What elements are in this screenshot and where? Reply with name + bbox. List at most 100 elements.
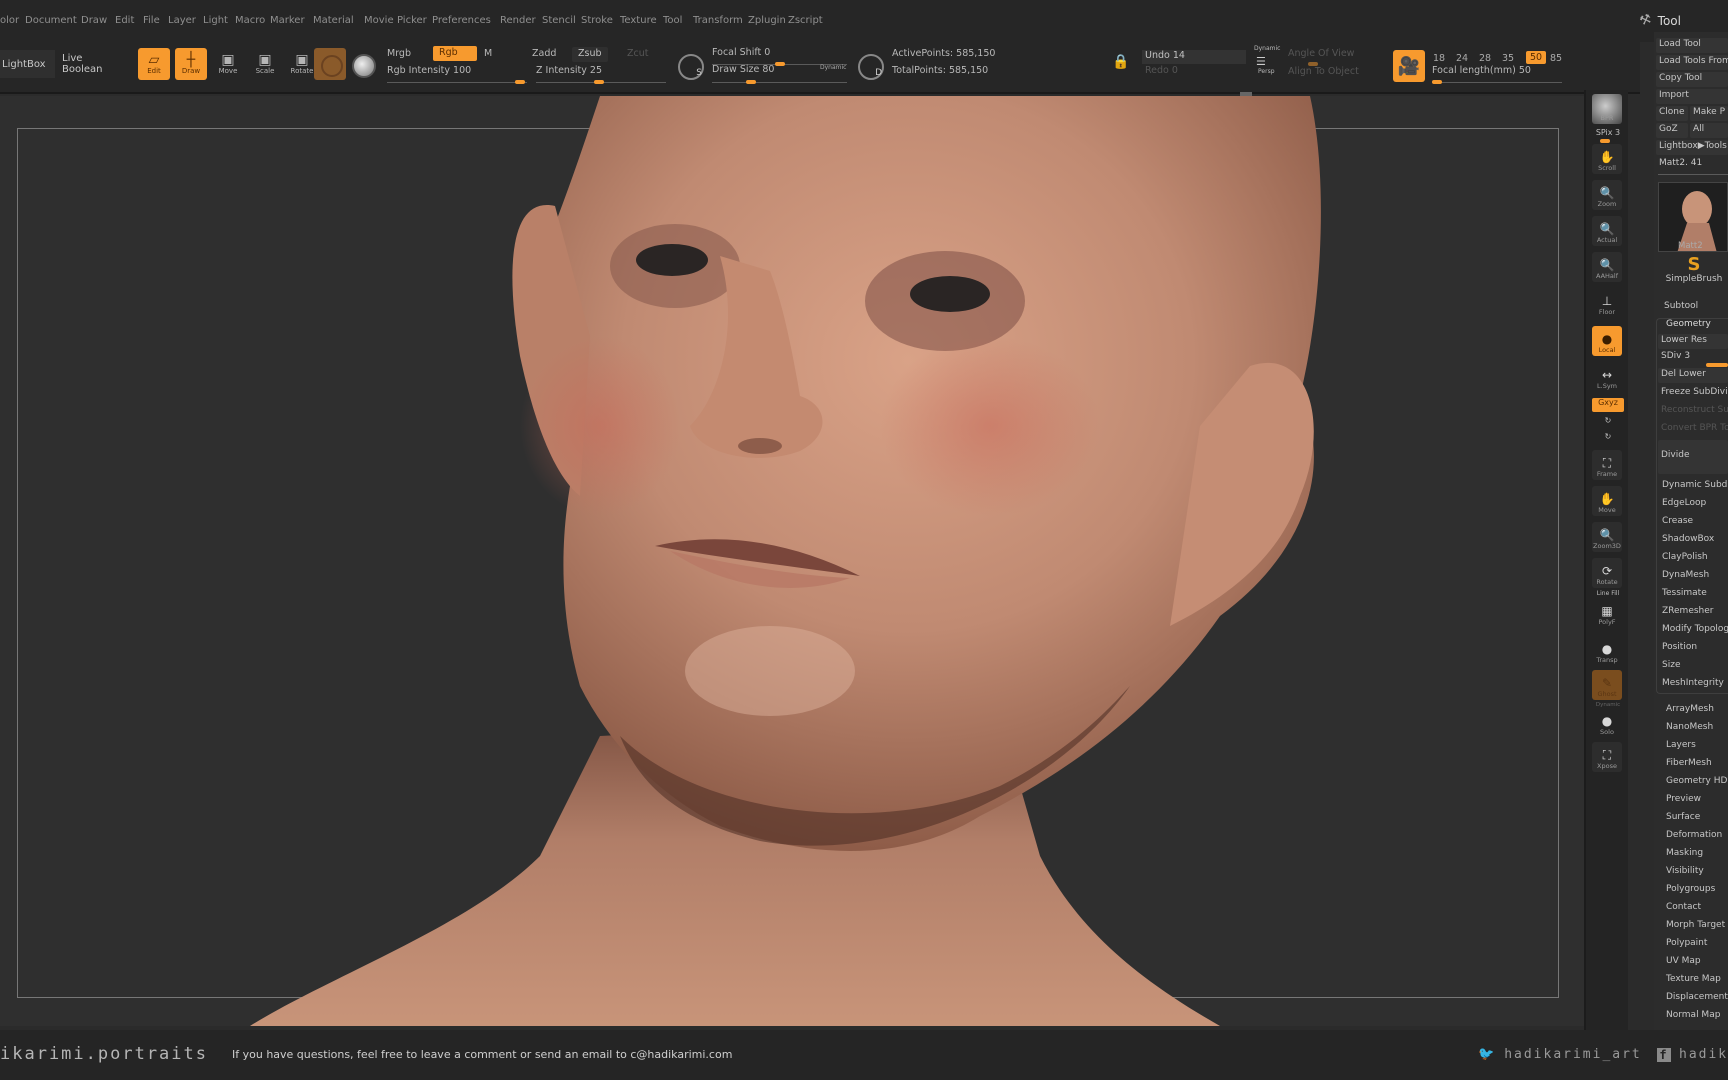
- rgb-intensity-knob[interactable]: [515, 80, 525, 84]
- convert-bpr-button[interactable]: Convert BPR To: [1658, 422, 1728, 437]
- copy-tool-button[interactable]: Copy Tool: [1656, 72, 1728, 87]
- polyf-button[interactable]: ▦ PolyF: [1592, 598, 1622, 628]
- ghost-button[interactable]: ✎ Ghost: [1592, 670, 1622, 700]
- zsub-toggle[interactable]: Zsub: [572, 47, 608, 62]
- menu-transform[interactable]: Transform: [693, 15, 743, 26]
- geometry-item-claypolish[interactable]: ClayPolish: [1662, 552, 1708, 562]
- current-tool-slider[interactable]: Matt2. 41: [1656, 157, 1728, 172]
- menu-material[interactable]: Material: [313, 15, 354, 26]
- focal-shift-slider[interactable]: Focal Shift 0: [712, 47, 770, 58]
- lock-icon[interactable]: 🔒: [1112, 54, 1129, 70]
- tool-section-polygroups[interactable]: Polygroups: [1666, 884, 1715, 894]
- reconstruct-subdiv-button[interactable]: Reconstruct Sub: [1658, 404, 1728, 419]
- tool-section-displacement-m[interactable]: Displacement M: [1666, 992, 1728, 1002]
- focal-preset-85[interactable]: 85: [1550, 53, 1562, 64]
- menu-marker[interactable]: Marker: [270, 15, 305, 26]
- geometry-item-position[interactable]: Position: [1662, 642, 1697, 652]
- redo-button[interactable]: Redo 0: [1145, 65, 1178, 76]
- actual-button[interactable]: 🔍 Actual: [1592, 216, 1622, 246]
- stroke-d-icon[interactable]: D: [858, 54, 884, 80]
- tool-section-morph-target[interactable]: Morph Target: [1666, 920, 1725, 930]
- menu-zplugin[interactable]: Zplugin: [748, 15, 786, 26]
- tool-section-preview[interactable]: Preview: [1666, 794, 1701, 804]
- focal-shift-knob[interactable]: [775, 62, 785, 66]
- menu-macro[interactable]: Macro: [235, 15, 265, 26]
- load-tool-button[interactable]: Load Tool: [1656, 38, 1728, 53]
- bpr-button[interactable]: BPR: [1592, 94, 1622, 124]
- menu-picker[interactable]: Picker: [397, 15, 427, 26]
- tool-section-polypaint[interactable]: Polypaint: [1666, 938, 1707, 948]
- tool-section-contact[interactable]: Contact: [1666, 902, 1701, 912]
- rgb-toggle[interactable]: Rgb: [433, 46, 477, 61]
- tool-section-texture-map[interactable]: Texture Map: [1666, 974, 1721, 984]
- zcut-toggle[interactable]: Zcut: [627, 48, 648, 59]
- menu-render[interactable]: Render: [500, 15, 536, 26]
- simplebrush-button[interactable]: S SimpleBrush: [1664, 256, 1724, 285]
- stroke-s-icon[interactable]: S: [678, 54, 704, 80]
- rgb-intensity-slider[interactable]: Rgb Intensity 100: [387, 65, 471, 76]
- spix-slider[interactable]: SPix 3: [1590, 128, 1626, 137]
- geometry-item-crease[interactable]: Crease: [1662, 516, 1693, 526]
- focal-preset-18[interactable]: 18: [1433, 53, 1445, 64]
- menu-tool[interactable]: Tool: [663, 15, 682, 26]
- clone-button[interactable]: Clone: [1656, 106, 1688, 121]
- goz-button[interactable]: GoZ: [1656, 123, 1688, 138]
- del-lower-button[interactable]: Del Lower: [1658, 368, 1728, 383]
- menu-texture[interactable]: Texture: [620, 15, 657, 26]
- m-toggle[interactable]: M: [484, 48, 492, 59]
- menu-movie[interactable]: Movie: [364, 15, 394, 26]
- alpha-icon[interactable]: [352, 54, 376, 78]
- rgb-intensity-track[interactable]: [387, 82, 527, 83]
- undo-history[interactable]: Undo 14: [1142, 50, 1246, 64]
- dynamic-toggle[interactable]: Dynamic: [820, 64, 846, 71]
- focal-preset-24[interactable]: 24: [1456, 53, 1468, 64]
- tool-section-deformation[interactable]: Deformation: [1666, 830, 1722, 840]
- scale-button[interactable]: ▣ Scale: [249, 48, 281, 80]
- aahalf-button[interactable]: 🔍 AAHalf: [1592, 252, 1622, 282]
- canvas-viewport[interactable]: [0, 96, 1584, 1026]
- focal-preset-35[interactable]: 35: [1502, 53, 1514, 64]
- focal-length-knob[interactable]: [1432, 80, 1442, 84]
- draw-size-track[interactable]: [712, 82, 847, 83]
- divide-button[interactable]: Divide: [1658, 440, 1728, 474]
- camera-button[interactable]: 🎥: [1393, 50, 1425, 82]
- z-intensity-knob[interactable]: [594, 80, 604, 84]
- sculpted-head-model[interactable]: [0, 96, 1584, 1026]
- menu-stencil[interactable]: Stencil: [542, 15, 576, 26]
- zadd-toggle[interactable]: Zadd: [532, 48, 556, 59]
- tool-palette-title[interactable]: ⚒ Tool: [1638, 11, 1681, 29]
- import-button[interactable]: Import: [1656, 89, 1728, 104]
- xpose-button[interactable]: ⛶ Xpose: [1592, 742, 1622, 772]
- material-swatch[interactable]: [314, 48, 346, 80]
- goz-all-button[interactable]: All: [1690, 123, 1728, 138]
- floor-button[interactable]: ⊥ Floor: [1592, 288, 1622, 318]
- persp-button[interactable]: Persp: [1258, 68, 1275, 75]
- menu-file[interactable]: File: [143, 15, 160, 26]
- spix-knob[interactable]: [1600, 139, 1610, 143]
- sdiv-knob[interactable]: [1706, 363, 1728, 367]
- xyz-rotation-toggle[interactable]: Gxyz: [1592, 398, 1624, 412]
- menu-stroke[interactable]: Stroke: [581, 15, 613, 26]
- menu-document[interactable]: Document: [25, 15, 77, 26]
- focal-length-track[interactable]: [1432, 82, 1562, 83]
- scroll-button[interactable]: ✋ Scroll: [1592, 144, 1622, 174]
- geometry-item-dynamic-subdiv[interactable]: Dynamic Subdiv: [1662, 480, 1728, 490]
- geometry-item-size[interactable]: Size: [1662, 660, 1680, 670]
- z-intensity-slider[interactable]: Z Intensity 25: [536, 65, 602, 76]
- menu-draw[interactable]: Draw: [81, 15, 107, 26]
- zoom-button[interactable]: 🔍 Zoom: [1592, 180, 1622, 210]
- tool-section-masking[interactable]: Masking: [1666, 848, 1703, 858]
- geometry-item-dynamesh[interactable]: DynaMesh: [1662, 570, 1709, 580]
- frame-button[interactable]: ⛶ Frame: [1592, 450, 1622, 480]
- geometry-item-shadowbox[interactable]: ShadowBox: [1662, 534, 1714, 544]
- geometry-item-edgeloop[interactable]: EdgeLoop: [1662, 498, 1706, 508]
- tool-section-fibermesh[interactable]: FiberMesh: [1666, 758, 1712, 768]
- geometry-item-modify-topology[interactable]: Modify Topology: [1662, 624, 1728, 634]
- freeze-subdivision-button[interactable]: Freeze SubDivis: [1658, 386, 1728, 401]
- menu-olor[interactable]: olor: [0, 15, 19, 26]
- geometry-item-tessimate[interactable]: Tessimate: [1662, 588, 1707, 598]
- draw-size-knob[interactable]: [746, 80, 756, 84]
- draw-button[interactable]: ┼ Draw: [175, 48, 207, 80]
- edit-button[interactable]: ▱ Edit: [138, 48, 170, 80]
- lightbox-button[interactable]: LightBox: [0, 50, 55, 78]
